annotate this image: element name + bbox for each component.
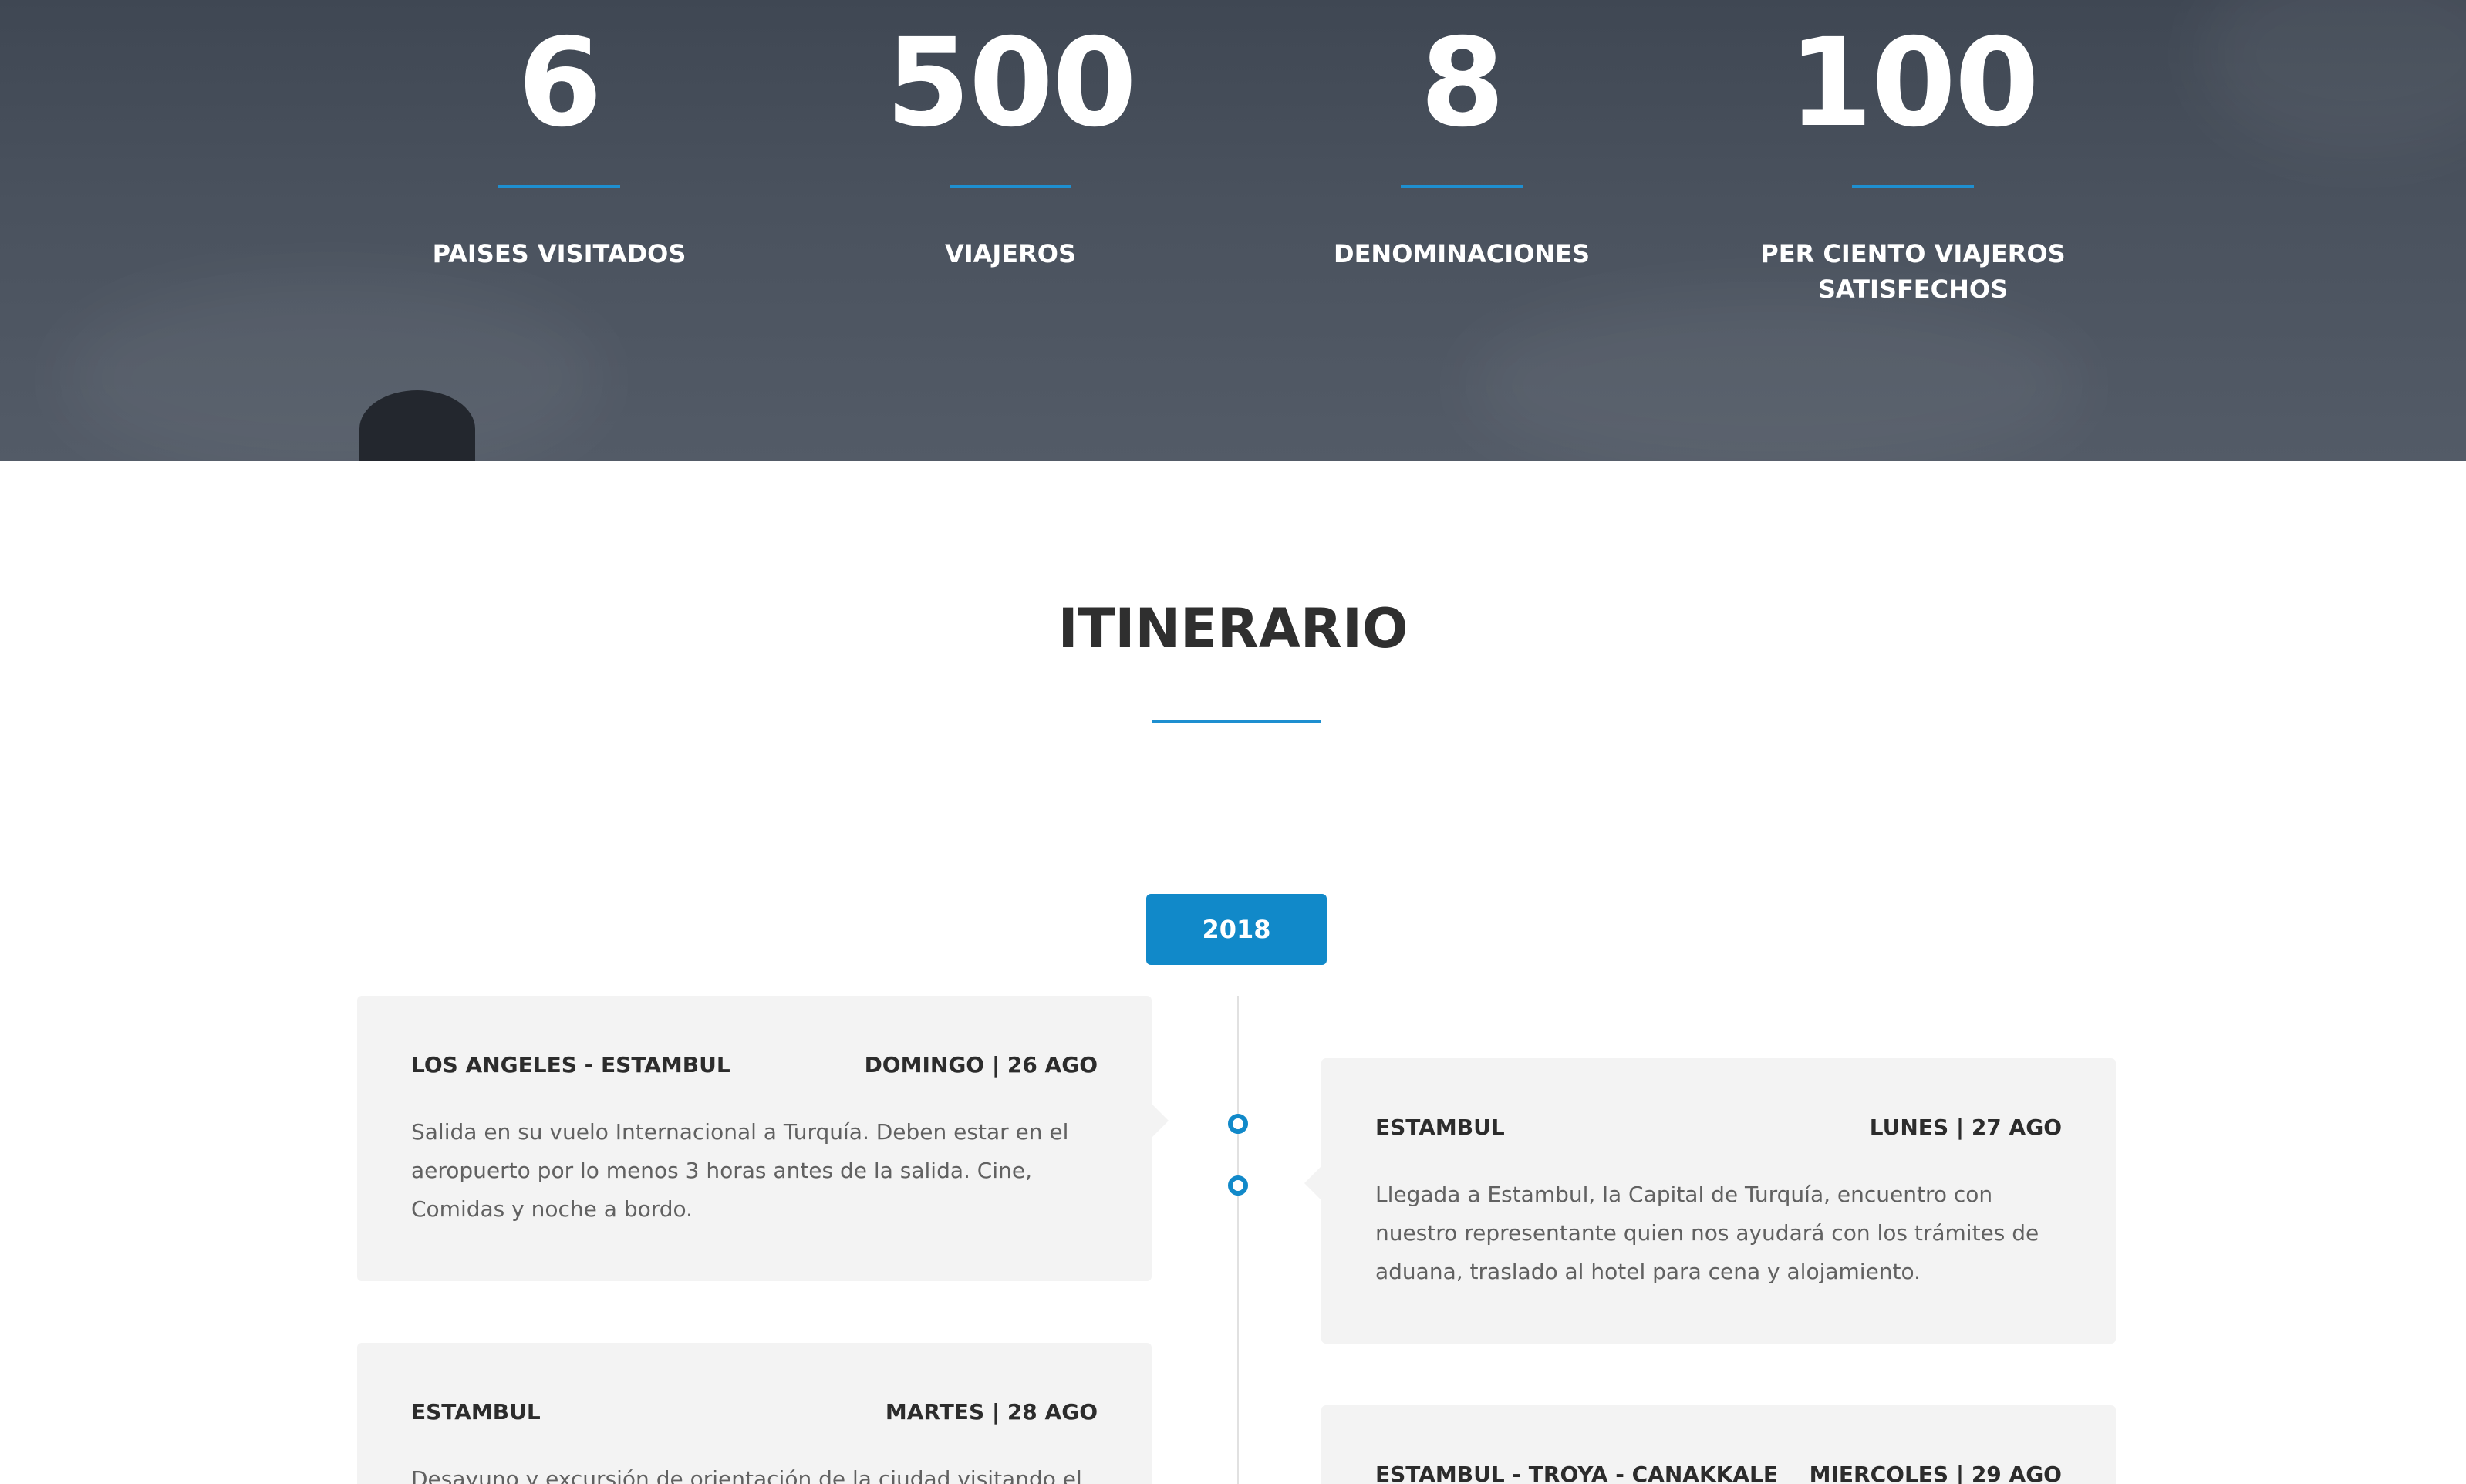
stat-divider [1401, 185, 1523, 188]
card-place: ESTAMBUL [411, 1399, 541, 1425]
itinerary-card: LOS ANGELES - ESTAMBUL DOMINGO | 26 AGO … [357, 996, 1169, 1281]
stat-divider [1852, 185, 1974, 188]
year-badge[interactable]: 2018 [1146, 894, 1327, 965]
card-date: LUNES | 27 AGO [1869, 1115, 2062, 1140]
timeline-dot [1228, 1175, 1248, 1196]
stat-value: 6 [518, 12, 602, 154]
stat-label: PAISES VISITADOS [432, 239, 686, 268]
stat-denominations: 8 DENOMINACIONES [1246, 0, 1678, 272]
stat-value: 100 [1788, 12, 2039, 154]
card-date: MIERCOLES | 29 AGO [1809, 1462, 2062, 1484]
stats-hero: 6 PAISES VISITADOS 500 VIAJEROS 8 DENOMI… [0, 0, 2466, 461]
stat-label: DENOMINACIONES [1334, 239, 1590, 268]
card-place: LOS ANGELES - ESTAMBUL [411, 1052, 730, 1078]
stat-satisfaction: 100 PER CIENTO VIAJEROS SATISFECHOS [1697, 0, 2129, 307]
stat-label: VIAJEROS [944, 239, 1077, 268]
itinerary-card: ESTAMBUL MARTES | 28 AGO Desayuno y excu… [357, 1343, 1152, 1484]
card-header: ESTAMBUL LUNES | 27 AGO [1375, 1112, 2062, 1143]
card-description: Desayuno y excursión de orientación de l… [411, 1466, 1082, 1484]
sky-cloud [1466, 293, 2083, 461]
card-header: ESTAMBUL - TROYA - CANAKKALE MIERCOLES |… [1375, 1459, 2062, 1484]
card-description: Llegada a Estambul, la Capital de Turquí… [1375, 1182, 2039, 1284]
stat-value: 8 [1420, 12, 1505, 154]
card-description: Salida en su vuelo Internacional a Turqu… [411, 1119, 1069, 1222]
itinerary-card: ESTAMBUL - TROYA - CANAKKALE MIERCOLES |… [1321, 1405, 2116, 1484]
stat-divider [498, 185, 620, 188]
itinerary-card: ESTAMBUL LUNES | 27 AGO Llegada a Estamb… [1304, 1058, 2116, 1344]
card-header: ESTAMBUL MARTES | 28 AGO [411, 1397, 1098, 1428]
card-date: MARTES | 28 AGO [885, 1399, 1098, 1425]
stat-travelers: 500 VIAJEROS [794, 0, 1226, 272]
stat-value: 500 [886, 12, 1137, 154]
card-place: ESTAMBUL [1375, 1115, 1505, 1140]
stat-label: PER CIENTO VIAJEROS SATISFECHOS [1760, 239, 2066, 304]
card-header: LOS ANGELES - ESTAMBUL DOMINGO | 26 AGO [411, 1050, 1098, 1081]
timeline-line [1237, 996, 1239, 1484]
title-divider [1152, 720, 1321, 723]
stat-divider [950, 185, 1071, 188]
card-date: DOMINGO | 26 AGO [864, 1052, 1098, 1078]
itinerary-title: ITINERARIO [1058, 597, 1408, 660]
stat-countries: 6 PAISES VISITADOS [343, 0, 775, 272]
card-place: ESTAMBUL - TROYA - CANAKKALE [1375, 1462, 1778, 1484]
traveler-silhouette [359, 390, 475, 461]
sky-cloud [2198, 0, 2466, 154]
sky-cloud [62, 278, 602, 461]
timeline-dot [1228, 1114, 1248, 1134]
